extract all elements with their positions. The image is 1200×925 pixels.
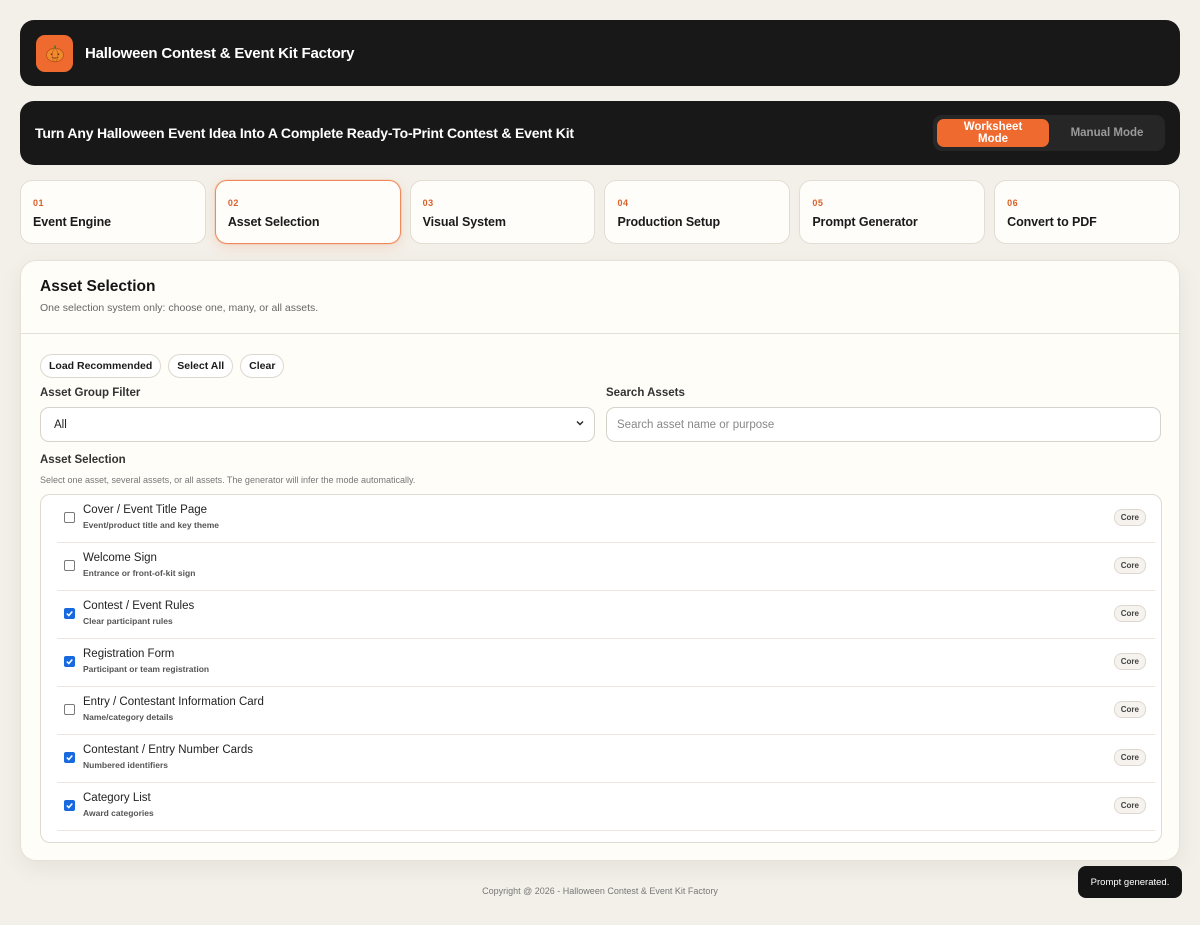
step-label: Convert to PDF xyxy=(1007,215,1097,229)
asset-name: Entry / Contestant Information Card xyxy=(83,696,264,708)
search-label: Search Assets xyxy=(606,387,685,399)
hero-banner: Turn Any Halloween Event Idea Into A Com… xyxy=(20,101,1180,165)
asset-name: Welcome Sign xyxy=(83,552,157,564)
tab-event-engine[interactable]: 01 Event Engine xyxy=(20,180,206,244)
selection-label: Asset Selection xyxy=(40,454,126,466)
step-label: Event Engine xyxy=(33,215,111,229)
tab-asset-selection[interactable]: 02 Asset Selection xyxy=(214,180,401,244)
asset-name: Contestant / Entry Number Cards xyxy=(83,744,254,756)
core-badge: Core xyxy=(1113,797,1146,814)
asset-selection-panel: Asset Selection One selection system onl… xyxy=(20,260,1180,861)
panel-subtitle: One selection system only: choose one, m… xyxy=(40,302,319,314)
panel-title: Asset Selection xyxy=(40,278,156,295)
asset-checkbox[interactable] xyxy=(64,800,75,811)
asset-description: Participant or team registration xyxy=(83,664,210,674)
step-number: 05 xyxy=(812,198,824,208)
list-item[interactable]: Category List Award categories Core xyxy=(57,783,1155,831)
asset-text: Contestant / Entry Number Cards Numbered… xyxy=(83,744,253,770)
toast-notification: Prompt generated. xyxy=(1078,866,1182,898)
worksheet-mode-button[interactable]: Worksheet Mode xyxy=(937,119,1049,147)
asset-list: Cover / Event Title Page Event/product t… xyxy=(40,494,1162,843)
step-number: 01 xyxy=(33,198,45,208)
asset-description: Event/product title and key theme xyxy=(83,520,220,530)
asset-group-select[interactable]: All xyxy=(40,407,595,442)
panel-header: Asset Selection One selection system onl… xyxy=(21,261,1179,334)
step-tabs: 01 Event Engine 02 Asset Selection 03 Vi… xyxy=(20,180,1180,244)
hero-title: Turn Any Halloween Event Idea Into A Com… xyxy=(35,125,574,141)
asset-checkbox[interactable] xyxy=(64,512,75,523)
asset-checkbox[interactable] xyxy=(64,752,75,763)
asset-text: Welcome Sign Entrance or front-of-kit si… xyxy=(83,552,195,578)
app-header: Halloween Contest & Event Kit Factory xyxy=(20,20,1180,86)
asset-name: Category List xyxy=(83,792,151,804)
asset-text: Category List Award categories xyxy=(83,792,154,818)
load-recommended-button[interactable]: Load Recommended xyxy=(40,354,162,378)
asset-text: Cover / Event Title Page Event/product t… xyxy=(83,504,219,530)
footer-copyright: Copyright @ 2026 - Halloween Contest & E… xyxy=(482,886,718,896)
check-icon xyxy=(66,755,73,761)
asset-text: Entry / Contestant Information Card Name… xyxy=(83,696,264,722)
check-icon xyxy=(66,803,73,809)
tab-prompt-generator[interactable]: 05 Prompt Generator xyxy=(799,180,986,244)
list-item[interactable]: Registration Form Participant or team re… xyxy=(57,639,1155,687)
asset-description: Name/category details xyxy=(83,712,174,722)
check-icon xyxy=(66,611,73,617)
asset-description: Numbered identifiers xyxy=(83,760,169,770)
action-buttons: Load Recommended Select All Clear xyxy=(40,354,285,378)
step-number: 03 xyxy=(422,198,434,208)
select-all-button[interactable]: Select All xyxy=(168,354,234,378)
asset-checkbox[interactable] xyxy=(64,608,75,619)
core-badge: Core xyxy=(1113,749,1146,766)
manual-mode-button[interactable]: Manual Mode xyxy=(1053,119,1161,147)
clear-button[interactable]: Clear xyxy=(240,354,285,378)
list-item[interactable]: Contestant / Entry Number Cards Numbered… xyxy=(57,735,1155,783)
asset-description: Award categories xyxy=(83,808,154,818)
core-badge: Core xyxy=(1113,653,1146,670)
core-badge: Core xyxy=(1113,509,1146,526)
pumpkin-icon xyxy=(36,34,73,72)
app-title: Halloween Contest & Event Kit Factory xyxy=(85,44,355,62)
mode-toggle: Worksheet Mode Manual Mode xyxy=(933,115,1165,151)
tab-production-setup[interactable]: 04 Production Setup xyxy=(604,180,791,244)
step-label: Production Setup xyxy=(617,215,721,229)
asset-text: Contest / Event Rules Clear participant … xyxy=(83,600,194,626)
list-item[interactable]: Entry / Contestant Information Card Name… xyxy=(57,687,1155,735)
step-number: 02 xyxy=(227,198,239,208)
check-icon xyxy=(66,659,73,665)
core-badge: Core xyxy=(1113,701,1146,718)
list-item[interactable]: Cover / Event Title Page Event/product t… xyxy=(57,495,1155,543)
asset-description: Entrance or front-of-kit sign xyxy=(83,568,196,578)
select-value: All xyxy=(54,418,67,431)
list-item[interactable]: Contest / Event Rules Clear participant … xyxy=(57,591,1155,639)
asset-checkbox[interactable] xyxy=(64,704,75,715)
list-item[interactable]: Welcome Sign Entrance or front-of-kit si… xyxy=(57,543,1155,591)
step-number: 04 xyxy=(617,198,629,208)
step-label: Prompt Generator xyxy=(812,215,918,229)
asset-name: Cover / Event Title Page xyxy=(83,504,208,516)
core-badge: Core xyxy=(1113,605,1146,622)
group-filter-label: Asset Group Filter xyxy=(40,387,141,399)
asset-checkbox[interactable] xyxy=(64,656,75,667)
search-input[interactable] xyxy=(606,407,1161,442)
asset-name: Registration Form xyxy=(83,648,175,660)
asset-checkbox[interactable] xyxy=(64,560,75,571)
asset-text: Registration Form Participant or team re… xyxy=(83,648,209,674)
tab-visual-system[interactable]: 03 Visual System xyxy=(409,180,596,244)
core-badge: Core xyxy=(1113,557,1146,574)
chevron-down-icon xyxy=(575,418,585,431)
asset-description: Clear participant rules xyxy=(83,616,173,626)
step-number: 06 xyxy=(1007,198,1019,208)
asset-name: Contest / Event Rules xyxy=(83,600,195,612)
step-label: Asset Selection xyxy=(227,215,320,229)
step-label: Visual System xyxy=(422,215,506,229)
tab-convert-to-pdf[interactable]: 06 Convert to PDF xyxy=(994,180,1180,244)
selection-hint: Select one asset, several assets, or all… xyxy=(40,475,416,485)
